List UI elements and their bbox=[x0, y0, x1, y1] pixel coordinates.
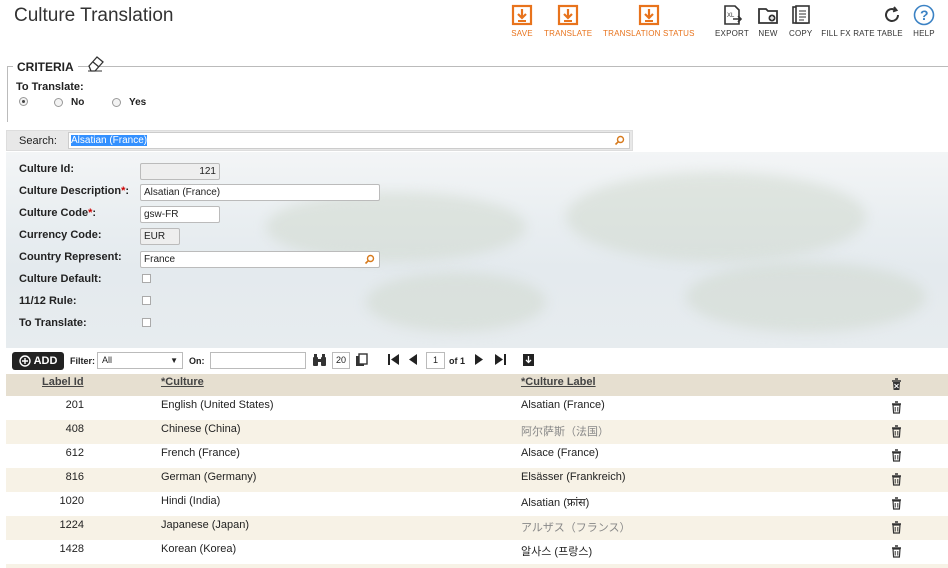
copy-icon bbox=[790, 4, 812, 26]
culture-default-label: Culture Default: bbox=[19, 273, 102, 285]
search-icon[interactable] bbox=[614, 135, 625, 151]
trash-icon[interactable] bbox=[891, 401, 902, 417]
chevron-down-icon: ▼ bbox=[170, 356, 178, 365]
last-page-icon[interactable] bbox=[494, 353, 507, 369]
trash-icon[interactable] bbox=[891, 545, 902, 561]
add-button[interactable]: ADD bbox=[12, 352, 64, 370]
search-bar: Search: Alsatian (France) bbox=[6, 130, 633, 151]
translate-button[interactable]: TRANSLATE bbox=[544, 4, 592, 38]
table-row[interactable]: 1020 Hindi (India) Alsatian (फ्रांस) bbox=[6, 492, 948, 516]
country-represent-field[interactable]: France bbox=[140, 251, 380, 268]
svg-text:?: ? bbox=[920, 7, 929, 23]
rule-11-12-label: 11/12 Rule: bbox=[19, 295, 77, 307]
plus-circle-icon bbox=[18, 355, 31, 367]
page-size-field[interactable]: 20 bbox=[332, 352, 350, 369]
trash-icon[interactable] bbox=[891, 497, 902, 513]
save-icon bbox=[511, 4, 533, 26]
header-label-id[interactable]: Label Id bbox=[42, 376, 84, 388]
new-folder-icon bbox=[757, 4, 779, 26]
refresh-icon bbox=[881, 4, 903, 26]
translate-icon bbox=[557, 4, 579, 26]
save-button[interactable]: SAVE bbox=[511, 4, 533, 38]
copy-button[interactable]: COPY bbox=[789, 4, 812, 38]
table-row-partial bbox=[6, 564, 948, 568]
next-page-icon[interactable] bbox=[474, 353, 485, 369]
trash-icon[interactable] bbox=[891, 521, 902, 537]
fill-fx-rate-table-button[interactable]: FILL FX RATE TABLE bbox=[821, 4, 903, 38]
svg-text:XL: XL bbox=[727, 13, 735, 19]
copy-page-icon[interactable] bbox=[355, 353, 369, 370]
to-translate-label: To Translate: bbox=[16, 81, 84, 93]
previous-page-icon[interactable] bbox=[407, 353, 418, 369]
radio-all-dot[interactable] bbox=[19, 97, 28, 106]
download-icon[interactable] bbox=[522, 353, 535, 370]
grid-toolbar: ADD Filter: All ▼ On: 20 1 of 1 bbox=[6, 348, 948, 374]
header-culture[interactable]: *Culture bbox=[161, 376, 204, 388]
radio-no-dot[interactable] bbox=[54, 98, 63, 107]
filter-select[interactable]: All ▼ bbox=[97, 352, 183, 369]
binoculars-icon[interactable] bbox=[312, 353, 327, 370]
country-search-icon[interactable] bbox=[364, 254, 375, 270]
header-culture-label[interactable]: *Culture Label bbox=[521, 376, 596, 388]
currency-code-field: EUR bbox=[140, 228, 180, 245]
culture-description-label: Culture Description*: bbox=[19, 185, 130, 197]
page-number-field[interactable]: 1 bbox=[426, 352, 445, 369]
eraser-icon[interactable] bbox=[86, 54, 106, 75]
export-icon: XL bbox=[721, 4, 743, 26]
culture-code-field[interactable]: gsw-FR bbox=[140, 206, 220, 223]
radio-all[interactable] bbox=[19, 97, 36, 106]
radio-yes[interactable]: Yes bbox=[112, 97, 146, 108]
to-translate-detail-label: To Translate: bbox=[19, 317, 87, 329]
new-button[interactable]: NEW bbox=[757, 4, 779, 38]
export-button[interactable]: XL EXPORT bbox=[715, 4, 749, 38]
country-represent-label: Country Represent: bbox=[19, 251, 122, 263]
table-row[interactable]: 1428 Korean (Korea) 알사스 (프랑스) bbox=[6, 540, 948, 564]
delete-all-icon[interactable] bbox=[891, 378, 902, 394]
main-toolbar: SAVE TRANSLATE TRANSLATION STATUS XL EXP… bbox=[0, 4, 948, 44]
help-button[interactable]: ? HELP bbox=[913, 4, 935, 38]
translation-status-button[interactable]: TRANSLATION STATUS bbox=[603, 4, 695, 38]
culture-id-label: Culture Id: bbox=[19, 163, 74, 175]
first-page-icon[interactable] bbox=[387, 353, 400, 369]
rule-11-12-checkbox[interactable] bbox=[142, 296, 151, 305]
trash-icon[interactable] bbox=[891, 425, 902, 441]
radio-no[interactable]: No bbox=[54, 97, 84, 108]
criteria-legend: CRITERIA bbox=[13, 60, 78, 74]
table-row[interactable]: 1224 Japanese (Japan) アルザス（フランス） bbox=[6, 516, 948, 540]
culture-description-field[interactable]: Alsatian (France) bbox=[140, 184, 380, 201]
to-translate-checkbox[interactable] bbox=[142, 318, 151, 327]
culture-default-checkbox[interactable] bbox=[142, 274, 151, 283]
criteria-panel bbox=[7, 66, 948, 122]
filter-on-input[interactable] bbox=[210, 352, 306, 369]
table-row[interactable]: 612 French (France) Alsace (France) bbox=[6, 444, 948, 468]
trash-icon[interactable] bbox=[891, 449, 902, 465]
table-row[interactable]: 408 Chinese (China) 阿尔萨斯（法国） bbox=[6, 420, 948, 444]
grid-header: Label Id *Culture *Culture Label bbox=[6, 374, 948, 396]
table-row[interactable]: 201 English (United States) Alsatian (Fr… bbox=[6, 396, 948, 420]
radio-yes-dot[interactable] bbox=[112, 98, 121, 107]
table-row[interactable]: 816 German (Germany) Elsässer (Frankreic… bbox=[6, 468, 948, 492]
translation-status-icon bbox=[638, 4, 660, 26]
culture-id-field: 121 bbox=[140, 163, 220, 180]
help-icon: ? bbox=[913, 4, 935, 26]
trash-icon[interactable] bbox=[891, 473, 902, 489]
currency-code-label: Currency Code: bbox=[19, 229, 102, 241]
search-input[interactable]: Alsatian (France) bbox=[68, 132, 630, 149]
culture-code-label: Culture Code*: bbox=[19, 207, 97, 219]
